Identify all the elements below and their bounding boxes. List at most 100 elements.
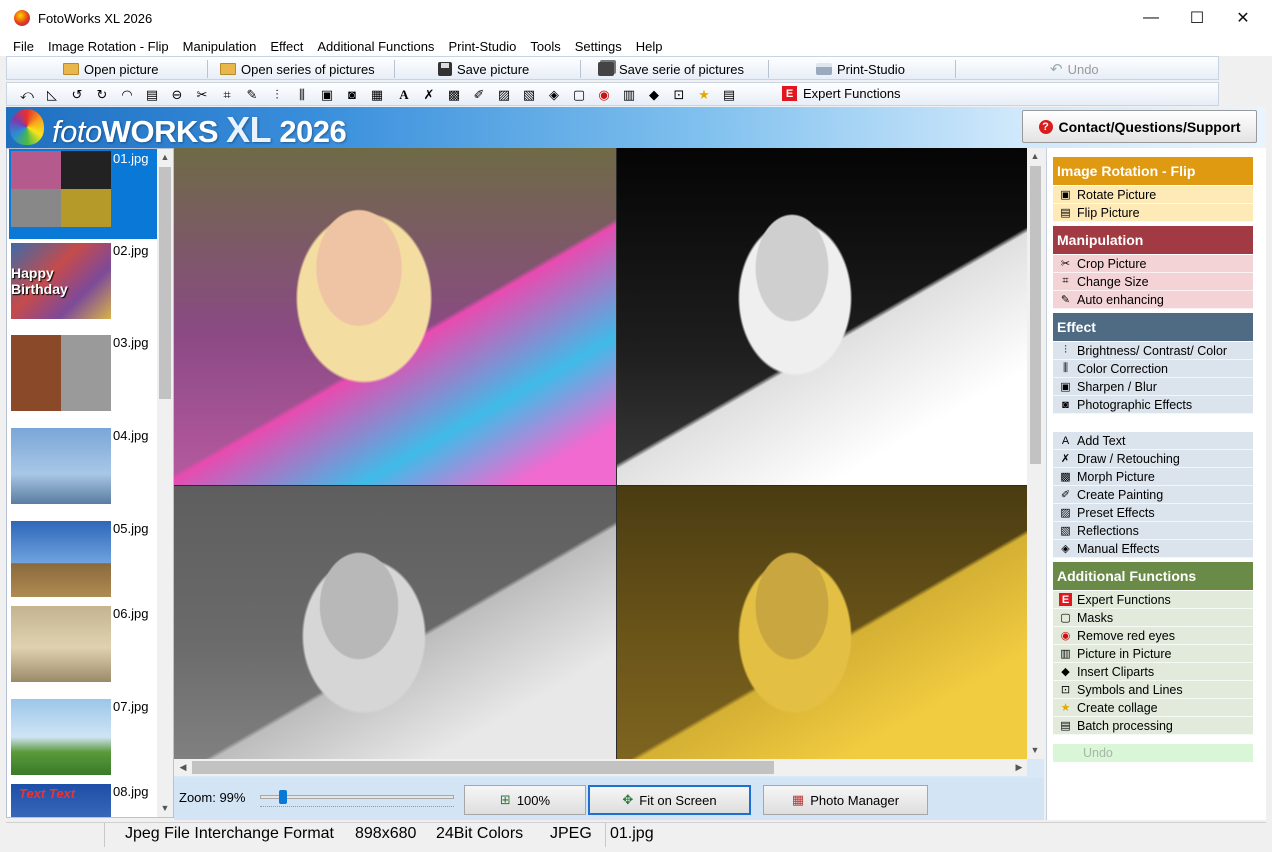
manual-effects-icon[interactable]: ◈ [546,87,562,103]
menu-help[interactable]: Help [629,39,670,54]
flip-icon[interactable]: ◺ [44,87,60,103]
perspective-icon[interactable]: ⊖ [169,87,185,103]
red-eye-icon[interactable]: ◉ [596,87,612,103]
section-header-additional[interactable]: Additional Functions [1053,562,1253,590]
panel-item-reflections[interactable]: ▧ Reflections [1053,522,1253,540]
rotate-cw-icon[interactable]: ↻ [94,87,110,103]
scroll-up-icon[interactable]: ▲ [1028,151,1042,161]
auto-enhance-icon[interactable]: ✎ [244,87,260,103]
panel-item-auto-enhancing[interactable]: ✎ Auto enhancing [1053,291,1253,309]
menu-file[interactable]: File [6,39,41,54]
add-text-icon[interactable]: A [396,87,412,103]
scroll-right-icon[interactable]: ▶ [1012,762,1026,773]
photo-effects-icon[interactable]: ◙ [344,87,360,103]
open-series-button[interactable]: Open series of pictures [220,59,375,79]
save-picture-button[interactable]: Save picture [438,59,529,79]
menu-settings[interactable]: Settings [568,39,629,54]
panel-item-draw-retouching[interactable]: ✗ Draw / Retouching [1053,450,1253,468]
masks-icon[interactable]: ▢ [571,87,587,103]
image-icon[interactable]: ▦ [369,87,385,103]
panel-undo-button[interactable]: Undo [1053,744,1253,762]
print-studio-button[interactable]: Print-Studio [816,59,905,79]
contact-support-button[interactable]: ? Contact/Questions/Support [1022,110,1257,143]
panel-item-insert-cliparts[interactable]: ◆ Insert Cliparts [1053,663,1253,681]
collage-icon[interactable]: ★ [696,87,712,103]
save-series-button[interactable]: Save serie of pictures [598,59,744,79]
picture-canvas[interactable] [174,148,1027,759]
close-button[interactable]: ✕ [1220,0,1266,36]
panel-item-photographic-effects[interactable]: ◙ Photographic Effects [1053,396,1253,414]
panel-item-rotate-picture[interactable]: ▣ Rotate Picture [1053,186,1253,204]
panel-item-sharpen-blur[interactable]: ▣ Sharpen / Blur [1053,378,1253,396]
rotate-angle-icon[interactable]: ◠ [119,87,135,103]
zoom-slider[interactable] [260,790,454,807]
scroll-down-icon[interactable]: ▼ [158,803,172,813]
scroll-left-icon[interactable]: ◀ [176,762,190,773]
mirror-icon[interactable]: ▤ [144,87,160,103]
thumbnail-item[interactable]: Happy Birthday 02.jpg [9,241,157,331]
panel-item-create-painting[interactable]: ✐ Create Painting [1053,486,1253,504]
brightness-icon[interactable]: ⫶ [269,87,285,103]
viewer-vertical-scrollbar[interactable]: ▲ ▼ [1027,148,1044,759]
thumbnail-list[interactable]: 01.jpg Happy Birthday 02.jpg 03.jpg 04.j… [6,148,174,818]
rotate-left-icon[interactable]: ⤺ [19,87,35,103]
symbols-icon[interactable]: ⊡ [671,87,687,103]
section-header-rotation[interactable]: Image Rotation - Flip [1053,157,1253,185]
thumbnail-item[interactable]: 04.jpg [9,426,157,516]
panel-item-morph-picture[interactable]: ▩ Morph Picture [1053,468,1253,486]
open-picture-button[interactable]: Open picture [63,59,158,79]
menu-print-studio[interactable]: Print-Studio [441,39,523,54]
resize-icon[interactable]: ⌗ [219,87,235,103]
painting-icon[interactable]: ✐ [471,87,487,103]
menu-image-rotation[interactable]: Image Rotation - Flip [41,39,176,54]
morph-icon[interactable]: ▩ [446,87,462,103]
section-header-effect[interactable]: Effect [1053,313,1253,341]
menu-additional-functions[interactable]: Additional Functions [310,39,441,54]
panel-item-manual-effects[interactable]: ◈ Manual Effects [1053,540,1253,558]
thumbnail-scrollbar[interactable]: ▲ ▼ [157,149,173,817]
minimize-button[interactable]: — [1128,0,1174,36]
section-header-manipulation[interactable]: Manipulation [1053,226,1253,254]
sharpen-icon[interactable]: ▣ [319,87,335,103]
menu-tools[interactable]: Tools [523,39,567,54]
panel-item-flip-picture[interactable]: ▤ Flip Picture [1053,204,1253,222]
panel-item-brightness-contrast-color[interactable]: ⫶ Brightness/ Contrast/ Color [1053,342,1253,360]
cliparts-icon[interactable]: ◆ [646,87,662,103]
rotate-ccw-icon[interactable]: ↺ [69,87,85,103]
panel-item-batch-processing[interactable]: ▤ Batch processing [1053,717,1253,735]
picture-in-picture-icon[interactable]: ▥ [621,87,637,103]
panel-item-add-text[interactable]: A Add Text [1053,432,1253,450]
scroll-down-icon[interactable]: ▼ [1028,745,1042,755]
thumbnail-item[interactable]: 05.jpg [9,519,157,609]
thumbnail-item[interactable]: 06.jpg [9,604,157,694]
panel-item-create-collage[interactable]: ★ Create collage [1053,699,1253,717]
reflections-icon[interactable]: ▧ [521,87,537,103]
thumbnail-item[interactable]: 01.jpg [9,149,157,239]
panel-item-crop-picture[interactable]: ✂ Crop Picture [1053,255,1253,273]
thumbnail-item[interactable]: 07.jpg [9,697,157,787]
thumbnail-item[interactable]: 03.jpg [9,333,157,423]
thumbnail-item[interactable]: Text Text 08.jpg [9,782,157,817]
menu-manipulation[interactable]: Manipulation [176,39,264,54]
panel-item-change-size[interactable]: ⌗ Change Size [1053,273,1253,291]
scroll-up-icon[interactable]: ▲ [158,152,172,162]
fit-on-screen-button[interactable]: ✥ Fit on Screen [588,785,751,815]
photo-manager-button[interactable]: ▦ Photo Manager [763,785,928,815]
panel-item-remove-red-eyes[interactable]: ◉ Remove red eyes [1053,627,1253,645]
menu-effect[interactable]: Effect [263,39,310,54]
zoom-100-button[interactable]: ⊞ 100% [464,785,586,815]
undo-button[interactable]: ↶ Undo [1050,59,1099,79]
panel-item-expert-functions[interactable]: E Expert Functions [1053,591,1253,609]
color-correction-icon[interactable]: ⫼ [294,87,310,103]
panel-item-color-correction[interactable]: ⫼ Color Correction [1053,360,1253,378]
crop-icon[interactable]: ✂ [194,87,210,103]
maximize-button[interactable]: ☐ [1174,0,1220,36]
panel-item-picture-in-picture[interactable]: ▥ Picture in Picture [1053,645,1253,663]
preset-effects-icon[interactable]: ▨ [496,87,512,103]
expert-functions-button[interactable]: E Expert Functions [782,86,901,101]
zoom-slider-handle[interactable] [279,790,287,804]
panel-item-symbols-and-lines[interactable]: ⊡ Symbols and Lines [1053,681,1253,699]
draw-icon[interactable]: ✗ [421,87,437,103]
batch-icon[interactable]: ▤ [721,87,737,103]
panel-item-preset-effects[interactable]: ▨ Preset Effects [1053,504,1253,522]
